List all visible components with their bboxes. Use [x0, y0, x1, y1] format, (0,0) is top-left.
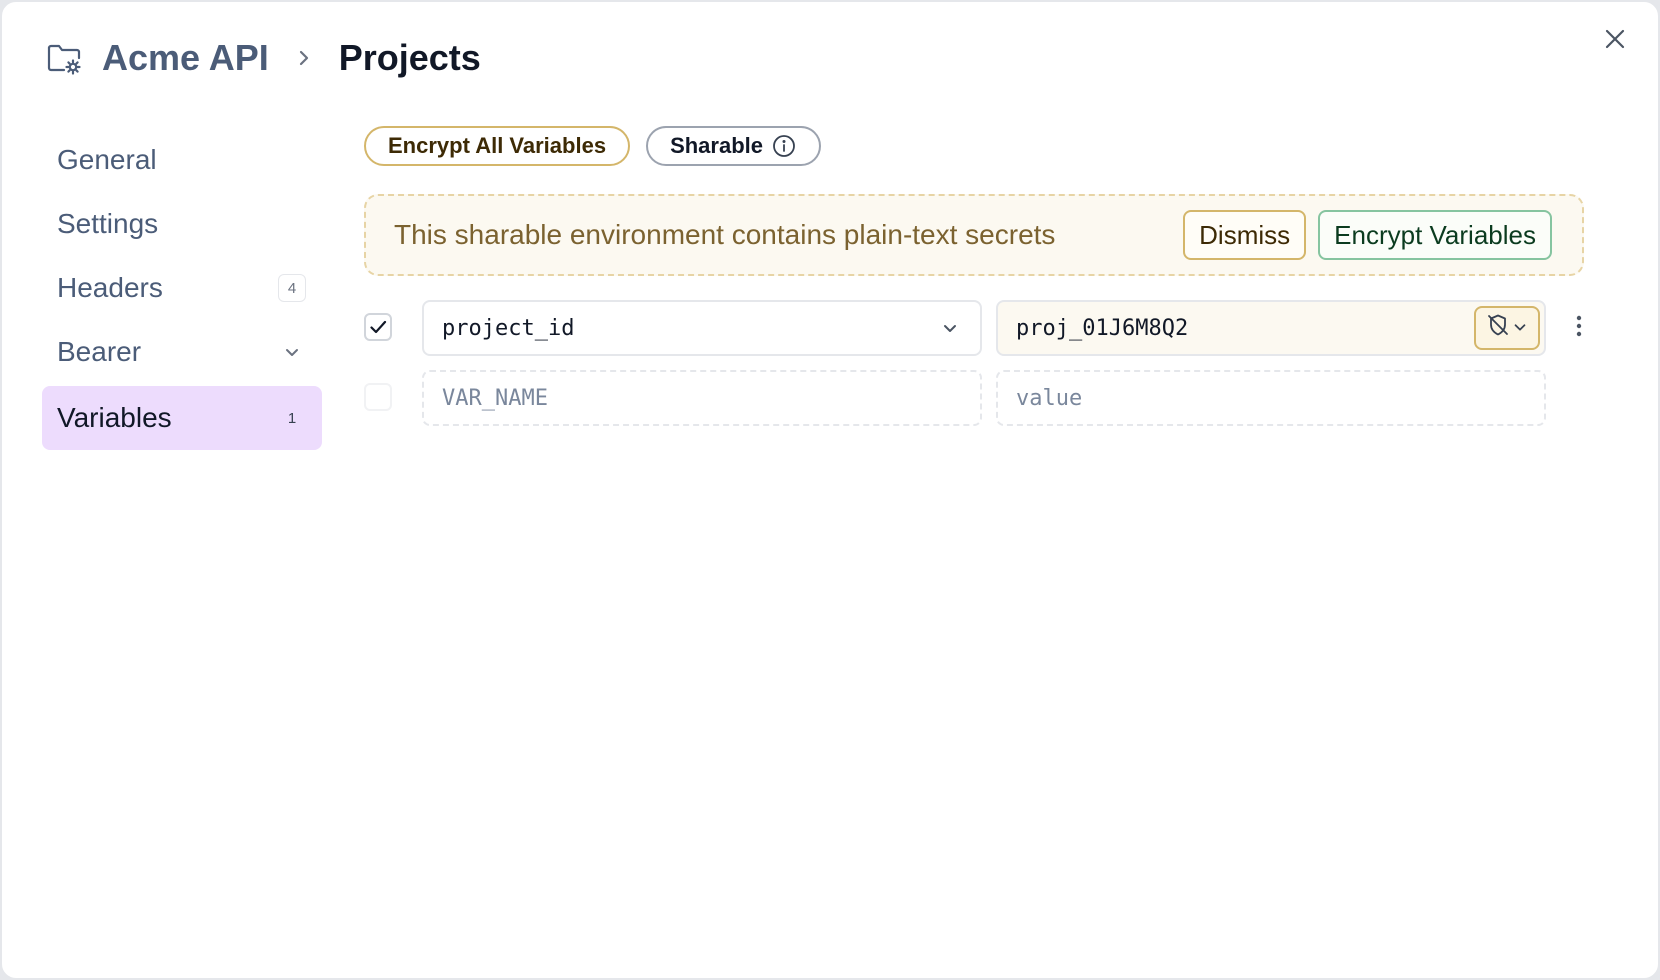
plaintext-secrets-warning: This sharable environment contains plain…: [364, 194, 1584, 276]
variable-enabled-checkbox[interactable]: [364, 313, 392, 341]
sharable-label: Sharable: [670, 133, 763, 158]
sidebar-item-label: General: [57, 144, 157, 175]
sharable-toggle[interactable]: Sharable: [646, 126, 821, 166]
environment-toolbar: Encrypt All Variables Sharable: [364, 126, 1584, 166]
sidebar-item-label: Variables: [57, 402, 172, 433]
sidebar: General Settings Headers 4 Bearer Variab…: [42, 130, 322, 454]
encrypt-variables-button[interactable]: Encrypt Variables: [1318, 210, 1552, 260]
breadcrumb-parent[interactable]: Acme API: [102, 37, 269, 79]
sidebar-item-variables[interactable]: Variables 1: [42, 386, 322, 450]
warning-actions: Dismiss Encrypt Variables: [1183, 210, 1552, 260]
sidebar-item-general[interactable]: General: [42, 130, 322, 190]
encrypt-all-variables-button[interactable]: Encrypt All Variables: [364, 126, 631, 166]
folder-settings-icon: [46, 40, 82, 76]
close-button[interactable]: [1598, 24, 1632, 58]
chevron-down-icon: [282, 342, 302, 362]
info-icon: [771, 133, 797, 159]
variable-name-field[interactable]: project_id: [422, 300, 982, 356]
value-placeholder: value: [1016, 385, 1083, 411]
sidebar-item-label: Bearer: [57, 336, 142, 367]
chevron-down-icon: [1512, 316, 1528, 341]
sidebar-item-label: Headers: [57, 272, 163, 303]
variable-value-text: proj_01J6M8Q2: [1016, 315, 1189, 341]
breadcrumb: Acme API Projects: [46, 36, 481, 80]
secret-type-dropdown[interactable]: [1474, 306, 1540, 350]
variable-row: project_id proj_01J6M8Q2: [364, 300, 1584, 356]
new-variable-name-input[interactable]: VAR_NAME: [422, 370, 982, 426]
new-variable-checkbox[interactable]: [364, 383, 392, 411]
shield-off-icon: [1486, 313, 1510, 343]
name-placeholder: VAR_NAME: [442, 385, 548, 411]
new-variable-value-input[interactable]: value: [996, 370, 1546, 426]
new-variable-row: VAR_NAME value: [364, 370, 1584, 426]
variable-options-button[interactable]: [1564, 312, 1594, 344]
chevron-right-icon: [289, 43, 319, 73]
variable-name-value: project_id: [442, 315, 575, 341]
environment-dialog: Acme API Projects General Settings Heade…: [0, 0, 1660, 980]
more-vertical-icon: [1575, 314, 1583, 343]
sidebar-item-settings[interactable]: Settings: [42, 194, 322, 254]
count-badge: 1: [287, 409, 297, 427]
count-badge: 4: [278, 274, 306, 302]
sidebar-item-label: Settings: [57, 208, 159, 239]
dismiss-button[interactable]: Dismiss: [1183, 210, 1307, 260]
chevron-down-icon: [938, 316, 962, 340]
variable-value-field[interactable]: proj_01J6M8Q2: [996, 300, 1546, 356]
variables-panel: Encrypt All Variables Sharable This shar…: [364, 126, 1584, 426]
sidebar-item-bearer[interactable]: Bearer: [42, 322, 322, 382]
sidebar-item-headers[interactable]: Headers 4: [42, 258, 322, 318]
close-icon: [1604, 28, 1626, 55]
warning-message: This sharable environment contains plain…: [394, 219, 1056, 250]
breadcrumb-current: Projects: [338, 37, 481, 78]
